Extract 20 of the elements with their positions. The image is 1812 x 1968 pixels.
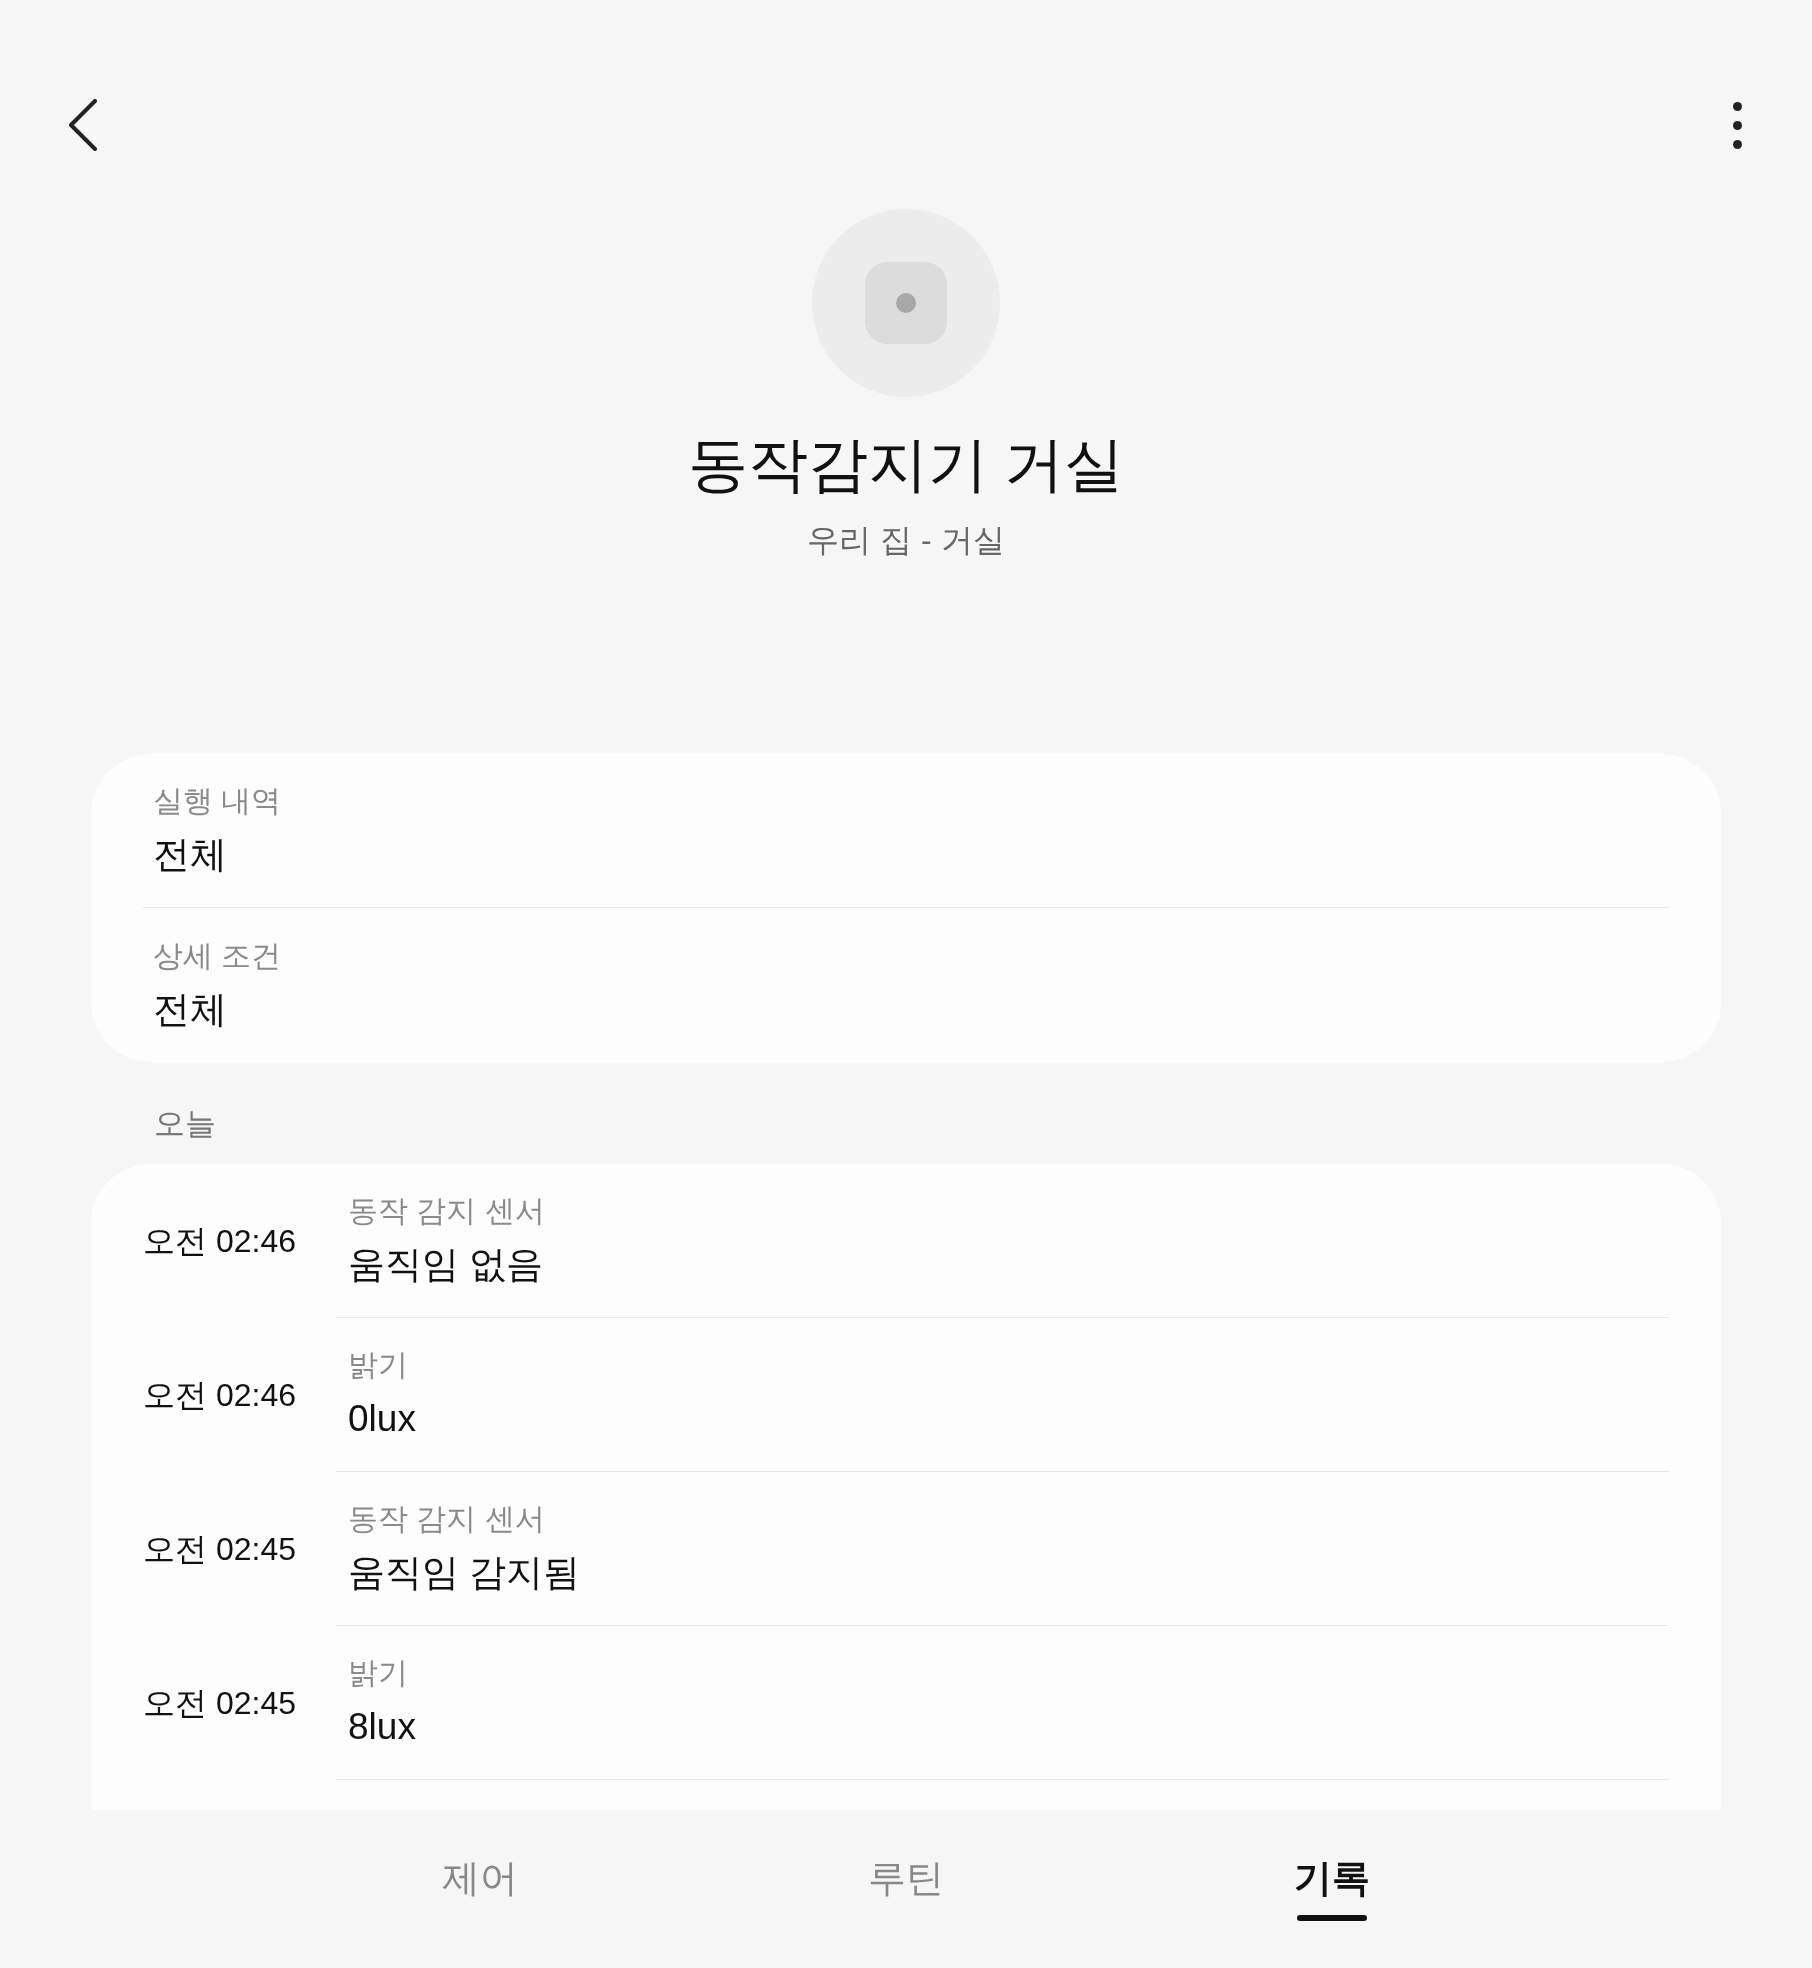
event-value: 움직임 없음 [348,1243,544,1288]
filter-label: 상세 조건 [153,937,283,974]
event-source: 밝기 [348,1655,408,1692]
event-time: 오전 02:46 [142,1222,297,1261]
event-value: 8lux [348,1705,416,1750]
event-source: 동작 감지 센서 [348,1501,545,1538]
event-source: 동작 감지 센서 [348,1193,545,1230]
filter-value[interactable]: 전체 [153,827,1669,883]
device-title: 동작감지기 거실 [687,430,1125,500]
device-location: 우리 집 - 거실 [807,521,1005,560]
event-source: 밝기 [348,1347,408,1384]
section-header: 오늘 [154,1105,216,1143]
filter-value[interactable]: 전체 [153,981,1669,1038]
bottom-tab[interactable]: 기록 [1119,1850,1545,1921]
event-time: 오전 02:45 [142,1684,297,1723]
filter-label: 실행 내역 [153,783,283,820]
event-value: 0lux [348,1397,416,1442]
event-time: 오전 02:45 [142,1530,297,1569]
event-time: 오전 02:46 [142,1376,297,1415]
event-value: 움직임 감지됨 [348,1551,581,1596]
